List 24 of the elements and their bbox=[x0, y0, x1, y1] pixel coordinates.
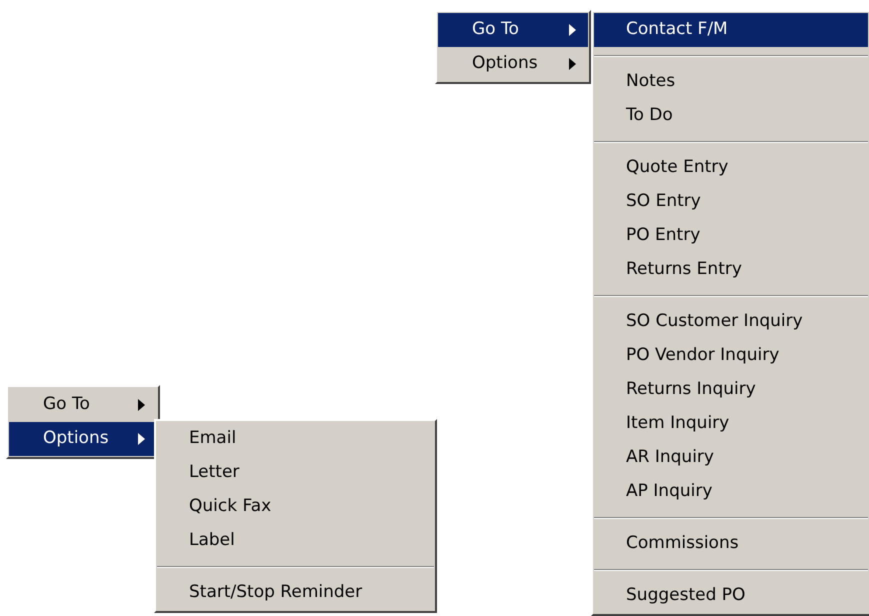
menu-item[interactable]: SO Customer Inquiry bbox=[594, 305, 868, 339]
menu-item[interactable]: Options bbox=[438, 47, 588, 81]
menu-item[interactable]: Label bbox=[157, 524, 434, 558]
menu-item[interactable]: Start/Stop Reminder bbox=[157, 576, 434, 610]
menu-item[interactable]: Contact F/M bbox=[594, 13, 868, 47]
menu-item[interactable]: Returns Inquiry bbox=[594, 373, 868, 407]
menu-item[interactable]: Commissions bbox=[594, 527, 868, 561]
menu-item[interactable]: AR Inquiry bbox=[594, 441, 868, 475]
menu-item[interactable]: PO Entry bbox=[594, 219, 868, 253]
menu-item[interactable]: Email bbox=[157, 422, 434, 456]
menu-item[interactable]: Letter bbox=[157, 456, 434, 490]
menu-item[interactable]: Item Inquiry bbox=[594, 407, 868, 441]
menu-item[interactable]: AP Inquiry bbox=[594, 475, 868, 509]
menu-item[interactable]: SO Entry bbox=[594, 185, 868, 219]
menu-item[interactable]: Returns Entry bbox=[594, 253, 868, 287]
menu-item[interactable]: Go To bbox=[438, 13, 588, 47]
menu-item[interactable]: Suggested PO bbox=[594, 579, 868, 613]
menu-item[interactable]: Quote Entry bbox=[594, 151, 868, 185]
menu-item[interactable]: Go To bbox=[9, 388, 157, 422]
menu-item[interactable]: Quick Fax bbox=[157, 490, 434, 524]
menu-item[interactable]: To Do bbox=[594, 99, 868, 133]
menu-item[interactable]: Options bbox=[9, 422, 157, 456]
menu-item[interactable]: PO Vendor Inquiry bbox=[594, 339, 868, 373]
menu-item[interactable]: Notes bbox=[594, 65, 868, 99]
